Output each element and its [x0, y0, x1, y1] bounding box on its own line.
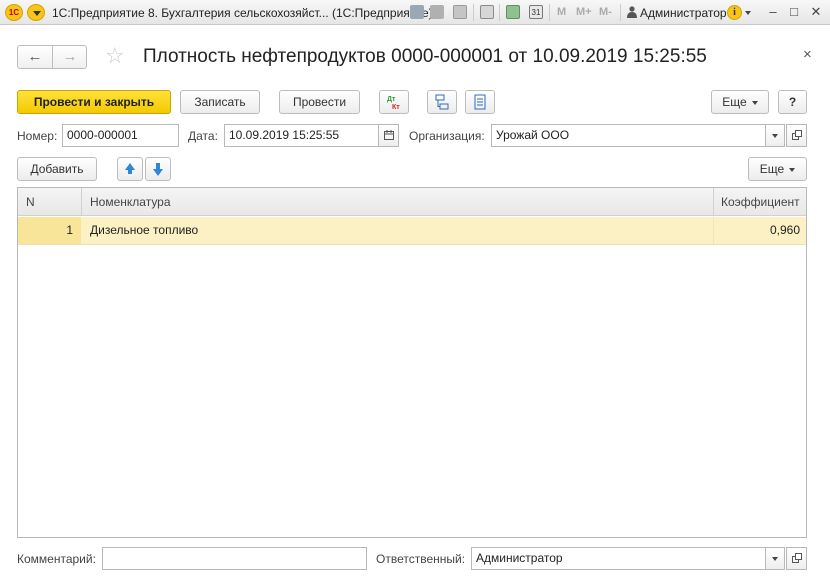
separator: [81, 188, 82, 216]
row-coefficient[interactable]: 0,960: [714, 217, 800, 244]
memory-store-button[interactable]: M: [557, 6, 566, 18]
svg-text:Дт: Дт: [387, 96, 396, 103]
responsible-label: Ответственный:: [376, 552, 466, 566]
comment-label: Комментарий:: [17, 552, 96, 566]
main-menu-icon[interactable]: [27, 4, 45, 21]
nomenclature-table: N Номенклатура Коэффициент 1 Дизельное т…: [17, 187, 807, 538]
column-header-n[interactable]: N: [26, 188, 35, 216]
back-arrow-icon[interactable]: ←: [18, 46, 52, 68]
more-label: Еще: [722, 95, 747, 109]
user-icon: [627, 6, 637, 18]
memory-subtract-button[interactable]: M-: [599, 6, 612, 18]
dt-kt-journal-icon[interactable]: Дт Кт: [379, 90, 409, 114]
separator: [713, 188, 714, 216]
page-title: Плотность нефтепродуктов 0000-000001 от …: [143, 46, 707, 67]
navigation-group: ← →: [17, 45, 87, 69]
favorite-star-icon[interactable]: ☆: [105, 44, 125, 68]
memory-add-button[interactable]: M+: [576, 6, 592, 18]
forward-arrow-icon[interactable]: →: [53, 46, 87, 68]
move-up-arrow-icon[interactable]: [117, 157, 143, 181]
column-header-nomenclature[interactable]: Номенклатура: [90, 188, 171, 216]
chevron-down-icon: [772, 133, 778, 138]
maximize-button[interactable]: □: [785, 4, 803, 20]
info-icon[interactable]: i: [727, 5, 742, 20]
report-icon[interactable]: [465, 90, 495, 114]
chevron-down-icon[interactable]: [745, 11, 751, 15]
svg-text:Кт: Кт: [392, 104, 400, 110]
chevron-down-icon: [751, 100, 758, 105]
separator: [473, 4, 474, 21]
help-button[interactable]: ?: [778, 90, 807, 114]
add-row-button[interactable]: Добавить: [17, 157, 97, 181]
form-close-icon[interactable]: ×: [803, 46, 812, 63]
more-menu-button[interactable]: Еще: [711, 90, 769, 114]
comment-field[interactable]: [102, 547, 367, 570]
separator: [499, 4, 500, 21]
more-label: Еще: [759, 162, 785, 176]
calendar-picker-icon[interactable]: [378, 124, 399, 147]
save-icon[interactable]: [410, 5, 424, 19]
save-button[interactable]: Записать: [180, 90, 260, 114]
responsible-open-icon[interactable]: [786, 547, 807, 570]
table-more-menu-button[interactable]: Еще: [748, 157, 807, 181]
calculator-icon[interactable]: [506, 5, 520, 19]
app-logo-icon[interactable]: 1С: [5, 4, 23, 21]
responsible-dropdown[interactable]: [765, 547, 785, 570]
organization-field[interactable]: Урожай ООО: [491, 124, 766, 147]
organization-open-icon[interactable]: [786, 124, 807, 147]
table-row[interactable]: 1 Дизельное топливо 0,960: [18, 217, 806, 245]
row-nomenclature[interactable]: Дизельное топливо: [90, 217, 198, 244]
window-title: 1С:Предприятие 8. Бухгалтерия сельскохоз…: [52, 6, 433, 20]
organization-label: Организация:: [409, 129, 485, 143]
current-user[interactable]: Администратор: [640, 6, 727, 20]
preview-icon[interactable]: [453, 5, 467, 19]
number-field[interactable]: 0000-000001: [62, 124, 179, 147]
number-label: Номер:: [17, 129, 58, 143]
move-down-arrow-icon[interactable]: [145, 157, 171, 181]
minimize-button[interactable]: –: [764, 4, 782, 20]
table-header: N Номенклатура Коэффициент: [18, 188, 806, 216]
responsible-field[interactable]: Администратор: [471, 547, 766, 570]
calendar-icon[interactable]: 31: [529, 5, 543, 19]
date-label: Дата:: [188, 129, 218, 143]
post-and-close-button[interactable]: Провести и закрыть: [17, 90, 171, 114]
window-close-button[interactable]: ✕: [807, 4, 825, 20]
row-number: 1: [18, 217, 81, 244]
chevron-down-icon: [772, 556, 778, 561]
print-icon[interactable]: [430, 5, 444, 19]
column-header-coefficient[interactable]: Коэффициент: [721, 188, 800, 216]
mail-icon[interactable]: [480, 5, 494, 19]
title-bar: 1С 1С:Предприятие 8. Бухгалтерия сельско…: [0, 0, 830, 25]
separator: [549, 4, 550, 21]
separator: [620, 4, 621, 21]
post-button[interactable]: Провести: [279, 90, 360, 114]
chevron-down-icon: [789, 167, 796, 172]
date-field[interactable]: 10.09.2019 15:25:55: [224, 124, 379, 147]
structure-icon[interactable]: [427, 90, 457, 114]
organization-dropdown[interactable]: [765, 124, 785, 147]
